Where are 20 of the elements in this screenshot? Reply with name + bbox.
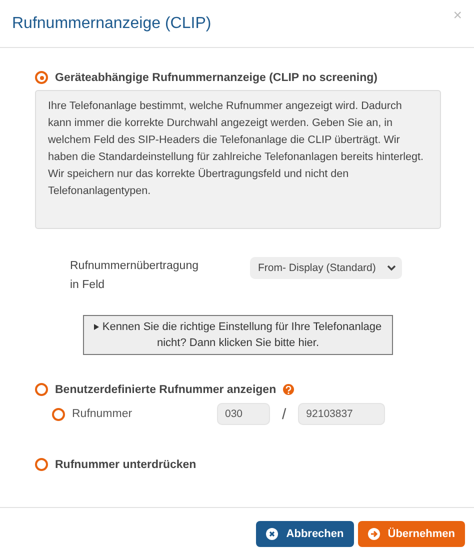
info-text: Ihre Telefonanlage bestimmt, welche Rufnummer angezeigt wird. Dadurch kann immer die korrekte Durchwahl angezeigt werden. Geben Sie an, in welchem Feld des SIP-Headers die Telefonanlage die CLIP überträgt. Wir haben die Standardeinstellung für zahlreiche Telefonanlagen bereits hinterlegt. Wir speichern nur das korrekte Übertragungsfeld und nicht den Telefonanlagentypen. (35, 90, 441, 229)
option-label: Rufnummer (72, 408, 134, 420)
cancel-button[interactable]: Abbrechen (256, 520, 354, 546)
radio-button[interactable] (35, 71, 48, 84)
arrow-right-icon (368, 528, 380, 540)
radio-button[interactable] (35, 383, 48, 396)
radio-button[interactable] (35, 458, 48, 471)
help-icon[interactable] (283, 384, 294, 395)
option-label: Benutzerdefinierte Rufnummer anzeigen (55, 384, 276, 396)
dropdown[interactable]: From- Display (Standard) (250, 257, 402, 279)
dialog-title: Rufnummernanzeige (CLIP) (12, 14, 212, 32)
option-label: Geräteabhängige Rufnummernanzeige (CLIP no screening) (55, 72, 378, 84)
separator-text: / (282, 406, 286, 422)
option-label: Rufnummer unterdrücken (55, 458, 196, 470)
help-link-button[interactable]: Kennen Sie die richtige Einstellung für Ihre Telefonanlage nicht? Dann klicken Sie bitte hier. (83, 315, 393, 355)
chevron-down-icon (387, 265, 396, 271)
field-label: Rufnummernübertragung in Feld (70, 259, 200, 293)
close-icon (266, 528, 278, 540)
triangle-icon (94, 324, 100, 330)
confirm-button[interactable]: Übernehmen (358, 520, 465, 546)
